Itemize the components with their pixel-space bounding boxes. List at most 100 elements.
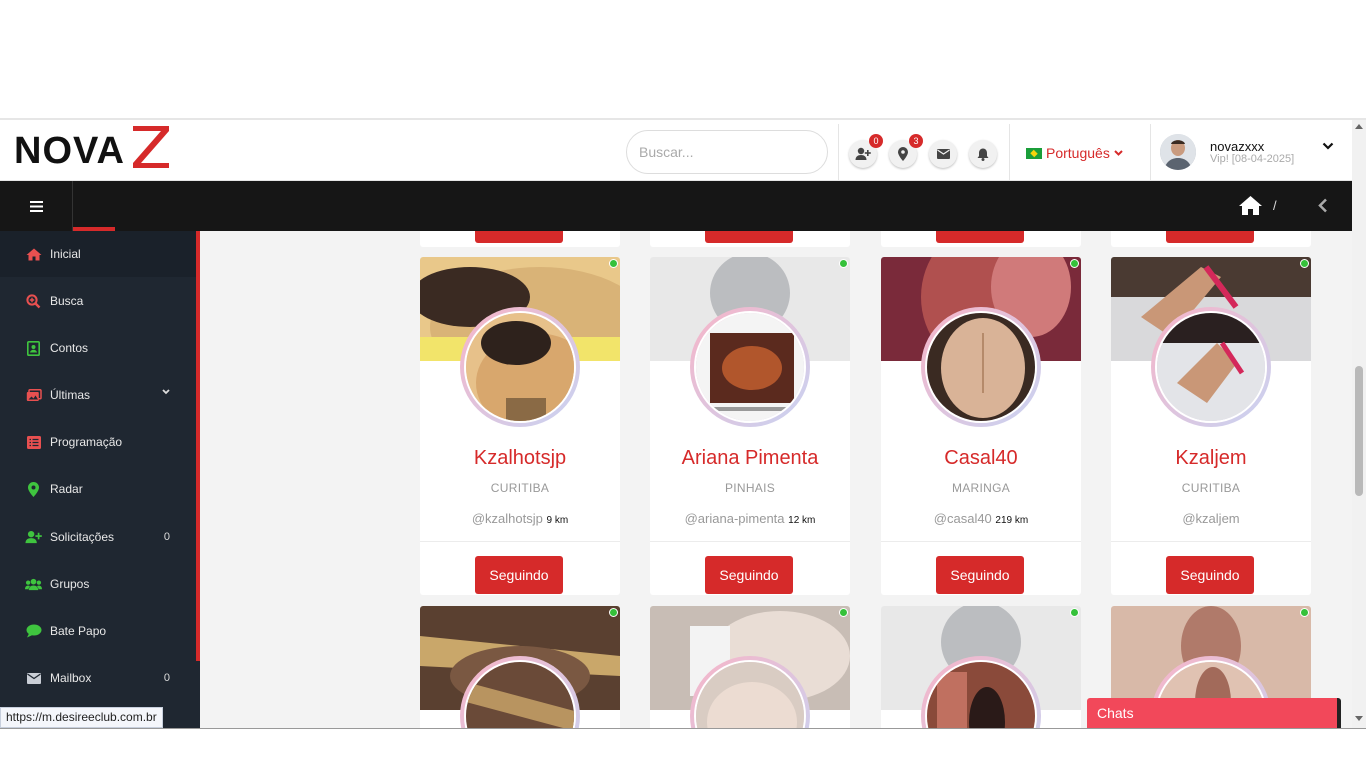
sidebar-item-grupos[interactable]: Grupos [0,561,196,607]
card-divider [650,541,850,542]
friend-requests-button[interactable]: 0 [849,134,883,168]
profile-distance: 12 km [788,515,816,526]
site-logo[interactable]: NOVA [14,126,174,172]
sidebar-item-label: Programação [50,435,123,449]
home-icon [25,246,42,263]
follow-button[interactable]: Seguindo [1166,556,1254,594]
profile-avatar [466,662,574,728]
chat-icon [25,623,42,640]
brazil-flag-icon [1026,147,1042,159]
chevron-left-icon[interactable] [1318,198,1328,213]
location-badge: 3 [909,134,923,148]
profile-name[interactable]: Kzalhotsjp [420,447,620,470]
sidebar-item-label: Mailbox [50,671,92,685]
sidebar-item-busca[interactable]: Busca [0,278,196,324]
user-name[interactable]: novazxxx [1210,139,1264,154]
sidebar: Inicial Busca Contos Últimas Programação… [0,231,196,728]
user-menu-chevron-icon[interactable] [1322,142,1334,150]
friend-requests-badge: 0 [869,134,883,148]
profile-name[interactable]: Casal40 [881,447,1081,470]
logo-text: NOVA [14,130,125,172]
sidebar-item-label: Bate Papo [50,624,107,638]
sidebar-active-edge [196,231,200,661]
header-divider [1150,124,1151,180]
profile-card[interactable]: Kzaljem CURITIBA @kzaljem Seguindo [1111,257,1311,595]
profile-avatar [696,662,804,728]
profile-card[interactable]: Kzalhotsjp CURITIBA @kzalhotsjp 9 km Seg… [420,257,620,595]
profile-card[interactable] [420,606,620,728]
online-indicator [839,608,848,617]
profile-avatar [927,313,1035,421]
mailbox-count: 0 [163,672,170,684]
profile-name[interactable]: Kzaljem [1111,447,1311,470]
follow-button[interactable] [1166,231,1254,243]
envelope-icon [25,670,42,687]
profile-avatar [927,662,1035,728]
profile-card[interactable] [650,606,850,728]
site-header: NOVA 0 3 Português [0,120,1352,181]
language-label: Português [1046,145,1110,161]
profile-name[interactable]: Ariana Pimenta [650,447,850,470]
sidebar-item-contos[interactable]: Contos [0,325,196,371]
sidebar-item-inicial[interactable]: Inicial [0,231,196,277]
follow-button[interactable] [475,231,563,243]
online-indicator [1300,608,1309,617]
location-button[interactable]: 3 [889,134,923,168]
profile-card[interactable]: Casal40 MARINGA @casal40 219 km Seguindo [881,257,1081,595]
profile-handle-line: @ariana-pimenta 12 km [650,511,850,526]
search-input[interactable] [626,130,828,174]
follow-button[interactable]: Seguindo [475,556,563,594]
card-divider [881,541,1081,542]
profile-handle: @ariana-pimenta [684,511,785,526]
profile-card[interactable]: Ariana Pimenta PINHAIS @ariana-pimenta 1… [650,257,850,595]
profile-handle: @kzaljem [1182,511,1240,526]
profile-handle: @casal40 [933,511,992,526]
page-scrollbar[interactable] [1352,120,1366,728]
follow-button[interactable]: Seguindo [705,556,793,594]
link-status-bar: https://m.desireeclub.com.br [0,707,163,728]
profile-distance: 9 km [546,515,569,526]
scroll-up-arrow[interactable] [1355,124,1363,129]
follow-button[interactable] [705,231,793,243]
previous-card-footer [881,231,1081,247]
user-plus-icon [25,529,42,546]
sidebar-item-label: Inicial [50,247,81,261]
sidebar-item-mailbox[interactable]: Mailbox 0 [0,655,196,701]
breadcrumb-home-icon[interactable] [1238,195,1263,216]
previous-card-footer [1111,231,1311,247]
profile-avatar [466,313,574,421]
chats-panel-toggle[interactable]: Chats [1087,698,1341,728]
menu-toggle-button[interactable] [0,181,73,231]
breadcrumb-separator: / [1273,198,1277,213]
follow-button[interactable] [936,231,1024,243]
contact-book-icon [25,340,42,357]
scroll-thumb[interactable] [1355,366,1363,496]
follow-button[interactable]: Seguindo [936,556,1024,594]
previous-card-footer [420,231,620,247]
sidebar-item-label: Contos [50,341,89,355]
sidebar-item-label: Busca [50,294,84,308]
user-avatar[interactable] [1160,134,1196,170]
sidebar-item-programacao[interactable]: Programação [0,419,196,465]
card-divider [1111,541,1311,542]
header-divider [838,124,839,180]
browser-blank-top [0,0,1366,120]
chevron-down-icon [162,389,170,395]
profile-city: PINHAIS [724,481,776,495]
profile-card[interactable] [881,606,1081,728]
avatar-photo [1160,134,1196,170]
profile-handle: @kzalhotsjp [471,511,543,526]
scroll-down-arrow[interactable] [1355,716,1363,721]
sidebar-item-radar[interactable]: Radar [0,466,196,512]
sidebar-item-bate-papo[interactable]: Bate Papo [0,608,196,654]
online-indicator [609,608,618,617]
profile-handle-line: @kzalhotsjp 9 km [420,511,620,526]
sidebar-item-solicitacoes[interactable]: Solicitações 0 [0,514,196,560]
messages-button[interactable] [929,140,957,168]
language-selector[interactable]: Português [1026,145,1123,161]
profile-avatar-ring [460,307,580,427]
images-icon [25,387,42,404]
notifications-button[interactable] [969,140,997,168]
sidebar-item-ultimas[interactable]: Últimas [0,372,196,418]
profile-avatar-ring [1151,307,1271,427]
